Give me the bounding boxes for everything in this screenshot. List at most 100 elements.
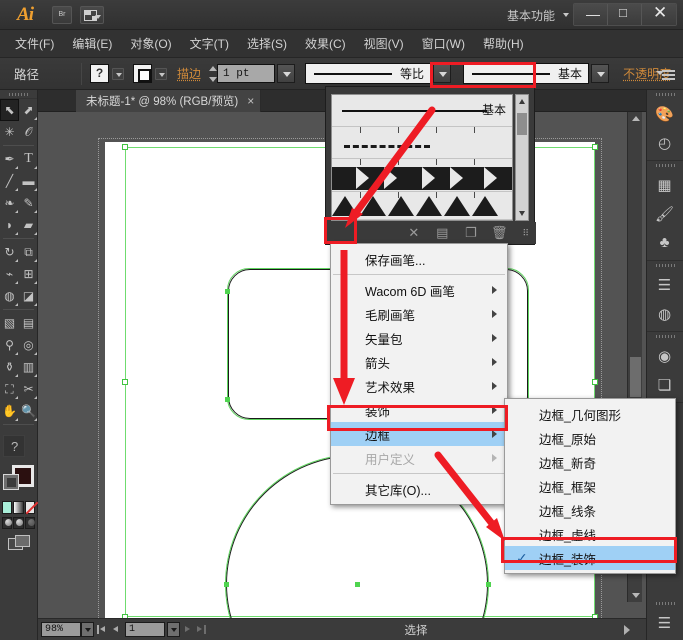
direct-selection-tool[interactable]: ⬈ bbox=[19, 99, 38, 121]
brush-item-dashed[interactable] bbox=[332, 127, 512, 159]
draw-behind-mode-button[interactable] bbox=[13, 517, 24, 529]
menu-file[interactable]: 文件(F) bbox=[6, 31, 63, 56]
brush-item-arrow-band[interactable] bbox=[332, 159, 512, 192]
brush-item-triangle-band[interactable] bbox=[332, 192, 512, 220]
menu-effect[interactable]: 效果(C) bbox=[296, 31, 355, 56]
free-transform-tool[interactable]: ⊞ bbox=[19, 263, 38, 285]
gradient-button[interactable] bbox=[13, 501, 24, 514]
symbols-panel-icon[interactable]: ♣ bbox=[647, 228, 682, 257]
width-profile-select[interactable]: 等比 bbox=[305, 63, 432, 84]
rotate-tool[interactable]: ↻ bbox=[0, 241, 19, 263]
submenu-item-lines[interactable]: 边框_线条 bbox=[505, 498, 675, 522]
ctx-item-arrows[interactable]: 箭头 bbox=[331, 350, 507, 374]
ctx-item-vector-pack[interactable]: 矢量包 bbox=[331, 326, 507, 350]
perspective-grid-tool[interactable]: ◪ bbox=[19, 285, 38, 307]
paintbrush-tool[interactable]: ❧ bbox=[0, 192, 19, 214]
menu-view[interactable]: 视图(V) bbox=[355, 31, 413, 56]
remove-brush-stroke-button[interactable]: ✕ bbox=[404, 224, 424, 242]
mesh-tool[interactable]: ▧ bbox=[0, 312, 19, 334]
solid-color-button[interactable] bbox=[2, 501, 13, 514]
width-tool[interactable]: ⌁ bbox=[0, 263, 19, 285]
stroke-weight-dropdown-button[interactable] bbox=[277, 64, 296, 83]
width-profile-dropdown-button[interactable] bbox=[433, 64, 452, 83]
control-panel-menu-icon[interactable] bbox=[656, 68, 675, 80]
swatches-panel-icon[interactable]: ▦ bbox=[647, 170, 682, 199]
first-artboard-button[interactable] bbox=[95, 622, 108, 637]
magic-wand-tool[interactable]: ✳ bbox=[0, 121, 19, 143]
zoom-tool[interactable]: 🔍 bbox=[19, 400, 38, 422]
color-guide-panel-icon[interactable]: ◴ bbox=[647, 128, 682, 157]
ctx-item-artistic[interactable]: 艺术效果 bbox=[331, 374, 507, 398]
brush-libraries-menu-button[interactable] bbox=[326, 224, 352, 242]
symbol-sprayer-tool[interactable]: ⚱ bbox=[0, 356, 19, 378]
ctx-item-decorative[interactable]: 装饰 bbox=[331, 398, 507, 422]
brushes-panel-scrollbar[interactable] bbox=[515, 94, 529, 221]
ctx-item-bristle[interactable]: 毛刷画笔 bbox=[331, 302, 507, 326]
document-tab-close-icon[interactable]: × bbox=[247, 94, 254, 108]
none-button[interactable] bbox=[24, 501, 35, 514]
selection-handle-mr[interactable] bbox=[592, 379, 598, 385]
ctx-item-wacom-6d[interactable]: Wacom 6D 画笔 bbox=[331, 278, 507, 302]
ctx-item-other-library[interactable]: 其它库(O)... bbox=[331, 477, 507, 501]
brushes-list[interactable]: 基本 bbox=[331, 94, 513, 221]
menu-select[interactable]: 选择(S) bbox=[238, 31, 296, 56]
panel-resize-grip[interactable]: ⠿ bbox=[516, 224, 536, 242]
dock-group-grip-4[interactable] bbox=[647, 332, 683, 341]
selection-handle-ml[interactable] bbox=[122, 379, 128, 385]
menu-help[interactable]: 帮助(H) bbox=[474, 31, 533, 56]
artboard-dropdown-button[interactable] bbox=[167, 622, 180, 637]
fill-indicator-swatch[interactable] bbox=[3, 474, 19, 490]
zoom-dropdown-button[interactable] bbox=[81, 622, 94, 637]
stroke-weight-input[interactable]: 1 pt bbox=[217, 64, 276, 83]
selection-tool[interactable]: ⬉ bbox=[0, 99, 19, 121]
fill-chevron-down-icon[interactable] bbox=[112, 67, 125, 80]
document-tab[interactable]: 未标题-1* @ 98% (RGB/预览) × bbox=[76, 90, 262, 112]
menu-window[interactable]: 窗口(W) bbox=[413, 31, 474, 56]
brushes-scroll-up-icon[interactable] bbox=[519, 99, 525, 104]
appearance-panel-icon[interactable]: ◉ bbox=[647, 341, 682, 370]
brushes-scroll-down-icon[interactable] bbox=[519, 211, 525, 216]
submenu-item-primitive[interactable]: 边框_原始 bbox=[505, 426, 675, 450]
submenu-item-decorative[interactable]: ✓ 边框_装饰 bbox=[505, 546, 675, 570]
pen-tool[interactable]: ✒ bbox=[0, 148, 19, 170]
submenu-item-novelty[interactable]: 边框_新奇 bbox=[505, 450, 675, 474]
scroll-up-arrow-icon[interactable] bbox=[632, 116, 640, 121]
submenu-item-frames[interactable]: 边框_框架 bbox=[505, 474, 675, 498]
selection-handle-tr[interactable] bbox=[592, 144, 598, 150]
gradient-tool[interactable]: ▤ bbox=[19, 312, 38, 334]
close-button[interactable]: ✕ bbox=[642, 4, 676, 25]
ctx-item-save-brush[interactable]: 保存画笔... bbox=[331, 247, 507, 271]
scrollbar-thumb[interactable] bbox=[630, 357, 641, 397]
dock-group-grip-5[interactable] bbox=[647, 599, 683, 608]
scroll-down-arrow-icon[interactable] bbox=[632, 593, 640, 598]
maximize-button[interactable]: □ bbox=[608, 4, 642, 25]
line-segment-tool[interactable]: ╱ bbox=[0, 170, 19, 192]
brush-item-basic[interactable]: 基本 bbox=[332, 95, 512, 127]
color-panel-icon[interactable]: 🎨 bbox=[647, 99, 682, 128]
stroke-color-swatch[interactable] bbox=[133, 64, 153, 83]
stroke-weight-label[interactable]: 描边 bbox=[177, 65, 201, 82]
eraser-tool[interactable]: ▰ bbox=[19, 214, 38, 236]
brushes-panel-icon[interactable]: 🖌 bbox=[647, 199, 682, 228]
change-screen-mode-button[interactable] bbox=[7, 535, 30, 550]
eyedropper-tool[interactable]: ⚲ bbox=[0, 334, 19, 356]
last-artboard-button[interactable] bbox=[195, 622, 208, 637]
layers-panel-icon[interactable]: ☰ bbox=[647, 608, 682, 637]
menu-type[interactable]: 文字(T) bbox=[181, 31, 238, 56]
column-graph-tool[interactable]: ▥ bbox=[19, 356, 38, 378]
stroke-chevron-down-icon[interactable] bbox=[155, 67, 168, 80]
slice-tool[interactable]: ✂ bbox=[19, 378, 38, 400]
options-of-selected-object-button[interactable]: ▤ bbox=[432, 224, 452, 242]
menu-edit[interactable]: 编辑(E) bbox=[63, 31, 121, 56]
stroke-weight-stepper[interactable] bbox=[208, 64, 218, 84]
new-brush-button[interactable]: ❐ bbox=[461, 224, 481, 242]
zoom-level-input[interactable]: 98% bbox=[41, 622, 81, 637]
blob-brush-tool[interactable]: ◗ bbox=[0, 214, 19, 236]
brushes-scroll-thumb[interactable] bbox=[517, 113, 527, 135]
arrange-documents-button[interactable] bbox=[80, 6, 104, 24]
menu-object[interactable]: 对象(O) bbox=[121, 31, 180, 56]
scale-tool[interactable]: ⧉ bbox=[19, 241, 38, 263]
normal-draw-mode-button[interactable] bbox=[2, 517, 13, 529]
delete-brush-button[interactable]: 🗑 bbox=[489, 224, 509, 242]
graphic-styles-panel-icon[interactable]: ❏ bbox=[647, 370, 682, 399]
